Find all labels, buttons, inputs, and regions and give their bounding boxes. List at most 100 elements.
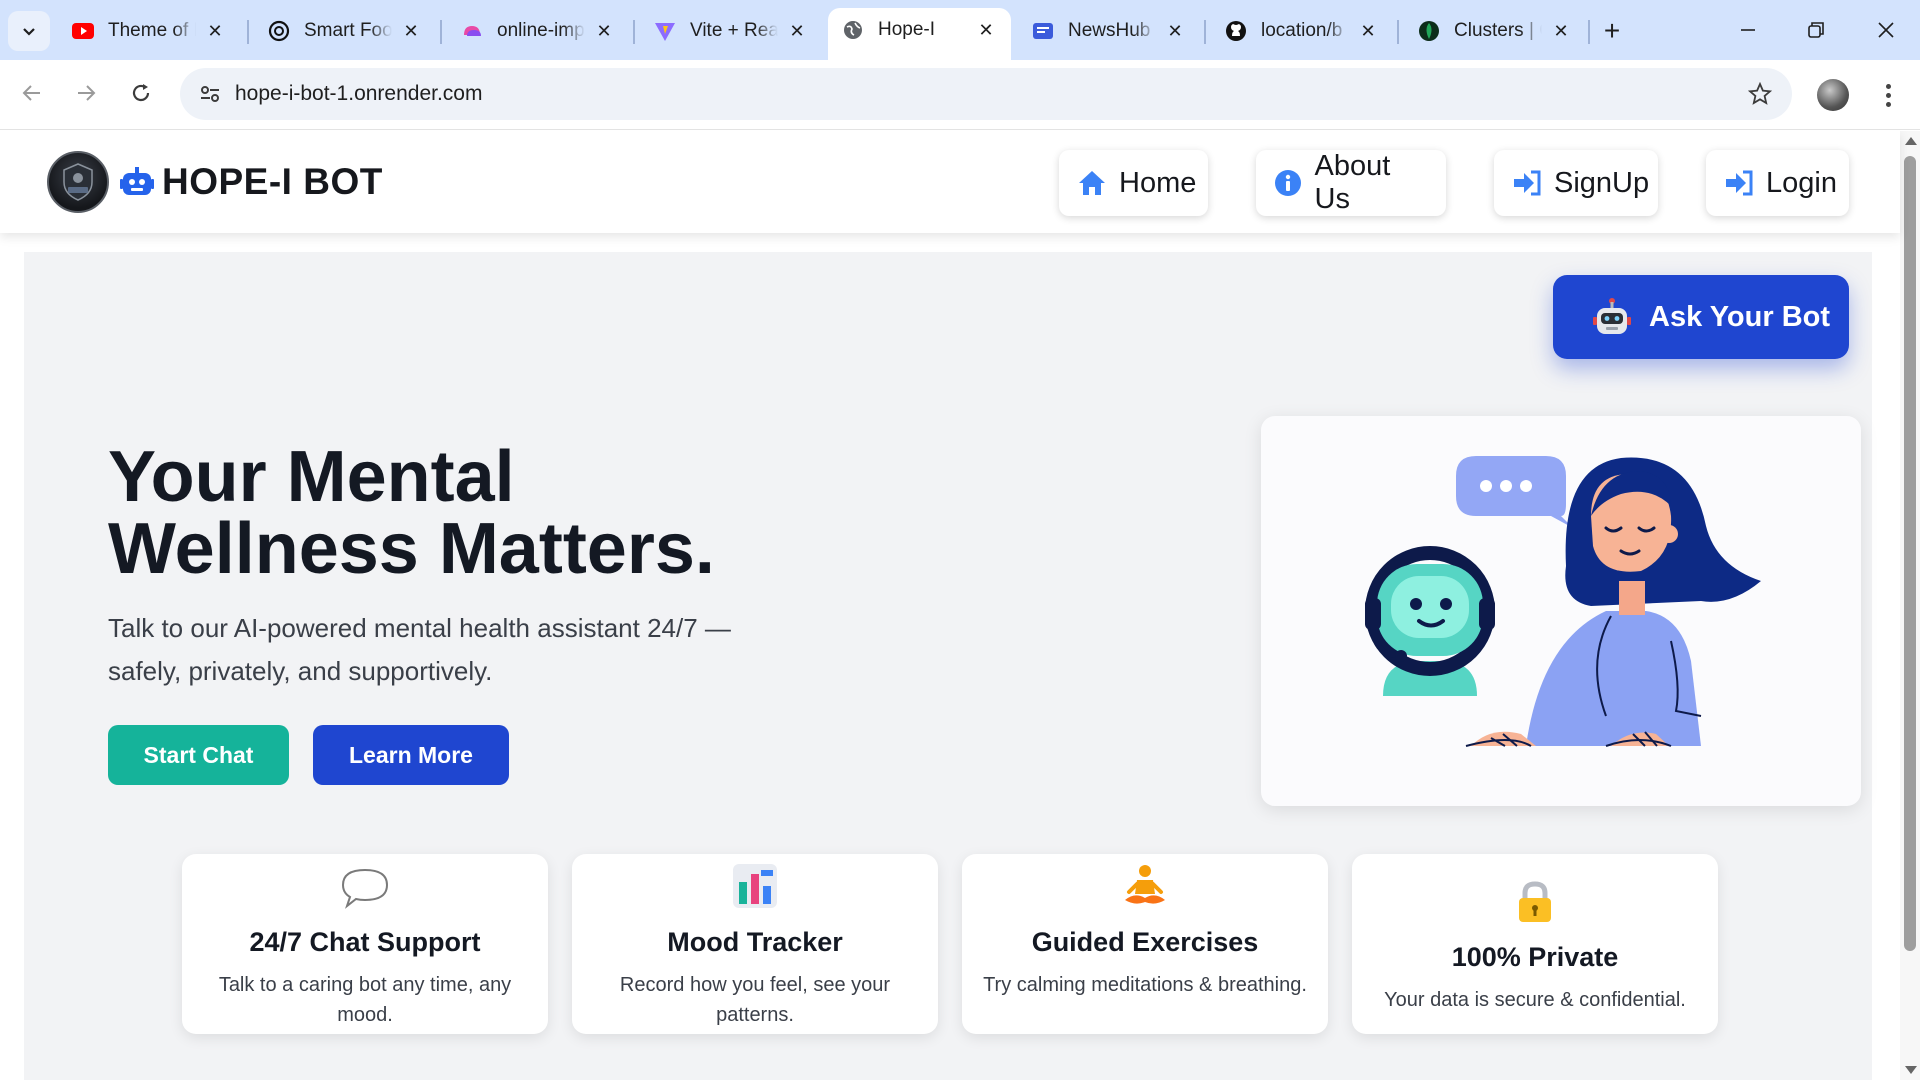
close-icon[interactable]: ✕ xyxy=(786,20,808,42)
feature-title: Guided Exercises xyxy=(1031,927,1259,957)
nav-signup-button[interactable]: SignUp xyxy=(1494,150,1658,216)
tab-title: Vite + Rea xyxy=(690,20,778,41)
start-chat-button[interactable]: Start Chat xyxy=(108,725,289,785)
close-icon[interactable]: ✕ xyxy=(400,20,422,42)
close-icon[interactable]: ✕ xyxy=(204,20,226,42)
robot-icon xyxy=(120,166,154,198)
nav-home-label: Home xyxy=(1119,166,1197,199)
minimize-icon xyxy=(1741,29,1755,31)
browser-menu-button[interactable] xyxy=(1873,77,1903,113)
github-icon xyxy=(1225,20,1247,42)
tab-title: location/b xyxy=(1261,20,1343,41)
page-viewport: HOPE-I BOT Home About Us SignUp Login As… xyxy=(0,131,1920,1080)
info-circle-icon xyxy=(1274,168,1303,198)
site-info-icon[interactable] xyxy=(192,76,228,112)
hero-title-line2: Wellness Matters. xyxy=(108,509,715,589)
bot-and-woman-illustration xyxy=(1365,456,1761,747)
ask-your-bot-label: Ask Your Bot xyxy=(1649,300,1831,333)
browser-tab[interactable]: NewsHub ✕ xyxy=(1018,10,1200,52)
brand-name[interactable]: HOPE-I BOT xyxy=(162,161,383,203)
hero-title: Your Mental Wellness Matters. xyxy=(108,441,808,585)
browser-tab-active[interactable]: Hope-I ✕ xyxy=(828,8,1011,60)
learn-more-button[interactable]: Learn More xyxy=(313,725,509,785)
close-icon[interactable]: ✕ xyxy=(593,20,615,42)
robot-face-icon xyxy=(1593,297,1631,337)
tab-title: Theme of H xyxy=(108,20,196,41)
padlock-icon xyxy=(1352,878,1718,926)
bookmark-star-icon[interactable] xyxy=(1744,78,1776,110)
minimize-button[interactable] xyxy=(1714,0,1782,60)
meditation-icon xyxy=(962,862,1328,910)
browser-tab[interactable]: Theme of H ✕ xyxy=(58,10,240,52)
browser-tab[interactable]: Smart Food ✕ xyxy=(254,10,436,52)
tab-title: Clusters | C xyxy=(1454,20,1542,41)
home-icon xyxy=(1077,168,1107,198)
ask-your-bot-button[interactable]: Ask Your Bot xyxy=(1553,275,1849,359)
scroll-down-arrow-icon[interactable] xyxy=(1905,1066,1917,1074)
browser-tab[interactable]: Vite + Rea ✕ xyxy=(640,10,822,52)
close-icon[interactable]: ✕ xyxy=(1550,20,1572,42)
newspaper-icon xyxy=(1032,20,1054,42)
restore-button[interactable] xyxy=(1782,0,1850,60)
sign-in-arrow-icon xyxy=(1724,168,1754,198)
chevron-down-icon xyxy=(23,28,35,36)
tab-separator xyxy=(247,20,249,44)
scrollbar-thumb[interactable] xyxy=(1904,156,1916,951)
globe-icon xyxy=(842,19,864,41)
tab-separator xyxy=(633,20,635,44)
browser-tab[interactable]: online-imp ✕ xyxy=(447,10,629,52)
hero-title-line1: Your Mental xyxy=(108,437,515,517)
nav-home-button[interactable]: Home xyxy=(1059,150,1208,216)
new-tab-button[interactable]: + xyxy=(1595,14,1629,48)
nav-login-button[interactable]: Login xyxy=(1706,150,1849,216)
plus-icon: + xyxy=(1603,15,1621,46)
tab-separator xyxy=(1397,20,1399,44)
sign-in-arrow-icon xyxy=(1512,168,1542,198)
forward-button[interactable] xyxy=(66,73,106,113)
hero-subtitle: Talk to our AI-powered mental health ass… xyxy=(108,613,731,686)
url-text[interactable]: hope-i-bot-1.onrender.com xyxy=(235,68,482,120)
close-icon xyxy=(1878,22,1894,38)
illustration-card xyxy=(1261,416,1861,806)
feature-title: 100% Private xyxy=(1451,942,1619,972)
tab-title: NewsHub xyxy=(1068,20,1151,41)
address-bar[interactable]: hope-i-bot-1.onrender.com xyxy=(180,68,1792,120)
arrow-right-icon xyxy=(78,85,96,101)
openai-icon xyxy=(268,20,290,42)
tab-separator xyxy=(440,20,442,44)
feature-description: Record how you feel, see your patterns. xyxy=(619,974,891,1026)
nav-about-button[interactable]: About Us xyxy=(1256,150,1446,216)
feature-card-guided-exercises: Guided Exercises Try calming meditations… xyxy=(962,854,1328,1034)
browser-tab[interactable]: Clusters | C ✕ xyxy=(1404,10,1586,52)
feature-title: 24/7 Chat Support xyxy=(249,927,481,957)
cloud-drive-icon xyxy=(461,20,483,42)
bar-chart-icon xyxy=(572,862,938,910)
close-icon[interactable]: ✕ xyxy=(1357,20,1379,42)
browser-tab[interactable]: location/b ✕ xyxy=(1211,10,1393,52)
hope-ai-logo[interactable] xyxy=(47,151,109,213)
browser-toolbar: hope-i-bot-1.onrender.com xyxy=(0,60,1920,130)
tab-separator xyxy=(1204,20,1206,44)
tab-search-button[interactable] xyxy=(8,11,50,51)
site-header: HOPE-I BOT Home About Us SignUp Login xyxy=(0,131,1900,233)
browser-tab-bar: Theme of H ✕ Smart Food ✕ online-imp ✕ V… xyxy=(0,0,1920,60)
nav-about-label: About Us xyxy=(1314,150,1391,215)
tab-title: Smart Food xyxy=(304,20,392,41)
feature-card-private: 100% Private Your data is secure & confi… xyxy=(1352,854,1718,1034)
mongodb-leaf-icon xyxy=(1418,20,1440,42)
close-icon[interactable]: ✕ xyxy=(1164,20,1186,42)
window-close-button[interactable] xyxy=(1852,0,1920,60)
restore-icon xyxy=(1808,22,1824,38)
feature-title: Mood Tracker xyxy=(667,927,843,957)
feature-description: Try calming meditations & breathing. xyxy=(983,974,1307,996)
profile-avatar[interactable] xyxy=(1817,79,1849,111)
scroll-up-arrow-icon[interactable] xyxy=(1905,137,1917,145)
back-button[interactable] xyxy=(12,73,52,113)
feature-description: Your data is secure & confidential. xyxy=(1384,989,1686,1011)
page-scrollbar[interactable] xyxy=(1900,131,1920,1080)
close-icon[interactable]: ✕ xyxy=(975,19,997,41)
nav-login-label: Login xyxy=(1766,166,1837,199)
reload-button[interactable] xyxy=(121,73,161,113)
nav-signup-label: SignUp xyxy=(1554,166,1650,199)
feature-description: Talk to a caring bot any time, any mood. xyxy=(218,974,512,1026)
